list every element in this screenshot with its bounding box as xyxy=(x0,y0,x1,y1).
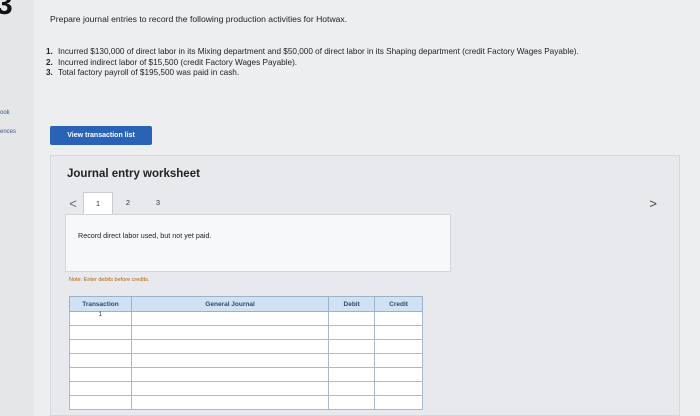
transaction-cell xyxy=(69,325,132,340)
header-debit: Debit xyxy=(328,296,376,312)
chevron-right-icon[interactable]: > xyxy=(649,196,657,211)
account-input[interactable] xyxy=(130,353,330,368)
transaction-description-box: Record direct labor used, but not yet pa… xyxy=(65,214,451,272)
table-row xyxy=(69,381,423,396)
account-input[interactable] xyxy=(130,311,330,326)
entry-note: Note: Enter debits before credits. xyxy=(69,277,150,283)
question-prompt: Prepare journal entries to record the fo… xyxy=(50,14,348,24)
list-item: 1. Incurred $130,000 of direct labor in … xyxy=(46,47,656,58)
list-item: 2. Incurred indirect labor of $15,500 (c… xyxy=(46,58,656,69)
table-row xyxy=(69,339,423,354)
transaction-cell xyxy=(69,353,132,368)
sidebar-link-references[interactable]: ences xyxy=(0,129,16,135)
table-row xyxy=(69,367,423,382)
table-row xyxy=(69,395,423,410)
debit-input[interactable] xyxy=(328,367,376,382)
credit-input[interactable] xyxy=(374,311,423,326)
header-credit: Credit xyxy=(374,296,423,312)
credit-input[interactable] xyxy=(374,381,423,396)
credit-input[interactable] xyxy=(374,353,423,368)
debit-input[interactable] xyxy=(328,353,376,368)
sidebar-link-ebook[interactable]: ook xyxy=(0,110,10,116)
list-item-number: 3. xyxy=(46,68,53,77)
transaction-cell xyxy=(69,339,132,354)
table-header-row: Transaction General Journal Debit Credit xyxy=(69,296,423,312)
transaction-cell xyxy=(69,395,132,410)
debit-input[interactable] xyxy=(328,395,376,410)
list-item-text: Total factory payroll of $195,500 was pa… xyxy=(58,68,240,77)
list-item-text: Incurred indirect labor of $15,500 (cred… xyxy=(58,57,298,67)
debit-input[interactable] xyxy=(328,381,376,396)
account-input[interactable] xyxy=(130,381,330,396)
header-transaction: Transaction xyxy=(69,296,132,312)
list-item-number: 2. xyxy=(46,57,53,67)
account-input[interactable] xyxy=(130,395,330,410)
account-input[interactable] xyxy=(130,339,330,354)
list-item-number: 1. xyxy=(46,47,53,56)
worksheet-tabs: < 1 2 3 xyxy=(63,192,173,214)
activity-list: 1. Incurred $130,000 of direct labor in … xyxy=(46,47,656,79)
tab-1[interactable]: 1 xyxy=(83,192,113,214)
question-number: 3 xyxy=(0,0,13,21)
list-item-text: Incurred $130,000 of direct labor in its… xyxy=(58,47,579,56)
credit-input[interactable] xyxy=(374,367,423,382)
transaction-cell: 1 xyxy=(69,311,132,326)
debit-input[interactable] xyxy=(328,325,376,340)
transaction-cell xyxy=(69,367,132,382)
tab-2[interactable]: 2 xyxy=(113,192,143,214)
account-input[interactable] xyxy=(130,325,330,340)
list-item: 3. Total factory payroll of $195,500 was… xyxy=(46,68,656,79)
credit-input[interactable] xyxy=(374,395,423,410)
table-row xyxy=(69,353,423,368)
transaction-cell xyxy=(69,381,132,396)
table-row: 1 xyxy=(69,311,423,326)
journal-entry-worksheet: Journal entry worksheet < 1 2 3 > Record… xyxy=(50,155,680,416)
header-general-journal: General Journal xyxy=(130,296,330,312)
journal-table: Transaction General Journal Debit Credit… xyxy=(69,296,423,410)
credit-input[interactable] xyxy=(374,339,423,354)
left-sidebar-strip: 3 ook ences xyxy=(0,0,34,416)
debit-input[interactable] xyxy=(328,339,376,354)
worksheet-title: Journal entry worksheet xyxy=(67,168,200,180)
transaction-description: Record direct labor used, but not yet pa… xyxy=(78,231,212,240)
credit-input[interactable] xyxy=(374,325,423,340)
chevron-left-icon[interactable]: < xyxy=(63,196,83,211)
account-input[interactable] xyxy=(130,367,330,382)
tab-3[interactable]: 3 xyxy=(143,192,173,214)
view-transaction-list-button[interactable]: View transaction list xyxy=(50,126,152,145)
table-row xyxy=(69,325,423,340)
debit-input[interactable] xyxy=(328,311,376,326)
